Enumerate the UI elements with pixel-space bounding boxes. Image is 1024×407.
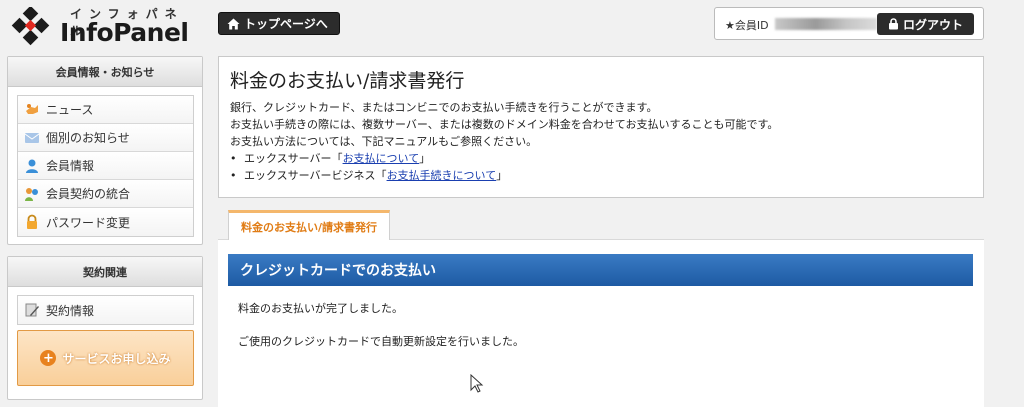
sidebar-item-label: パスワード変更 bbox=[46, 215, 131, 230]
account-box: ★会員ID ログアウト bbox=[714, 7, 984, 40]
sidebar-item-contract-merge[interactable]: 会員契約の統合 bbox=[18, 180, 193, 208]
member-id-label: ★会員ID bbox=[725, 19, 769, 32]
member-info-menu: ニュース 個別のお知らせ 会員情報 会員契約の統合 パスワード変更 bbox=[17, 95, 194, 237]
home-icon bbox=[227, 18, 240, 29]
sidebar-item-member-info[interactable]: 会員情報 bbox=[18, 152, 193, 180]
lock-icon bbox=[888, 18, 898, 30]
logout-button-label: ログアウト bbox=[902, 17, 963, 32]
manual-link-xserver[interactable]: お支払について bbox=[343, 152, 420, 165]
sidebar-item-news[interactable]: ニュース bbox=[18, 96, 193, 124]
member-info-panel: 会員情報・お知らせ ニュース 個別のお知らせ 会員情報 会員契約の統合 パスワー… bbox=[7, 56, 203, 245]
payment-info-box: 料金のお支払い/請求書発行 銀行、クレジットカード、またはコンビニでのお支払い手… bbox=[218, 56, 984, 198]
page-title: 料金のお支払い/請求書発行 bbox=[230, 70, 465, 92]
contract-panel: 契約関連 契約情報 + サービスお申し込み bbox=[7, 256, 203, 400]
member-id-value-redacted bbox=[775, 18, 877, 30]
sidebar-item-label: 個別のお知らせ bbox=[46, 131, 130, 145]
top-page-button-label: トップページへ bbox=[244, 17, 328, 31]
bullet-dot-icon: • bbox=[230, 152, 237, 165]
tab-payment-invoice[interactable]: 料金のお支払い/請求書発行 bbox=[228, 210, 391, 241]
sidebar-item-label: 会員情報 bbox=[46, 159, 95, 173]
contract-icon bbox=[24, 302, 40, 318]
tab-bar: 料金のお支払い/請求書発行 bbox=[218, 210, 984, 241]
manual-bullet: • エックスサーバー「お支払について」 bbox=[230, 150, 778, 167]
contract-panel-title: 契約関連 bbox=[8, 257, 202, 287]
sidebar-item-label: 会員契約の統合 bbox=[46, 187, 131, 201]
manual-bullet: • エックスサーバービジネス「お支払手続きについて」 bbox=[230, 167, 778, 184]
manual-link-xserver-business[interactable]: お支払手続きについて bbox=[387, 169, 497, 182]
merge-icon bbox=[24, 186, 40, 202]
logout-button[interactable]: ログアウト bbox=[877, 13, 974, 35]
sidebar-item-label: ニュース bbox=[46, 103, 94, 117]
infopanel-logo[interactable]: インフォパネル InfoPanel bbox=[8, 3, 198, 47]
service-apply-button-label: サービスお申し込み bbox=[62, 351, 171, 366]
bullet-suffix: 」 bbox=[496, 169, 508, 182]
member-icon bbox=[24, 158, 40, 174]
sidebar-item-notices[interactable]: 個別のお知らせ bbox=[18, 124, 193, 152]
bullet-suffix: 」 bbox=[419, 152, 431, 165]
description-line: お支払い手続きの際には、複数サーバー、または複数のドメイン料金を合わせてお支払い… bbox=[230, 118, 779, 131]
section-header: クレジットカードでのお支払い bbox=[228, 254, 973, 286]
logo-name: InfoPanel bbox=[60, 18, 189, 47]
plus-circle-icon: + bbox=[40, 350, 57, 366]
mouse-cursor-icon bbox=[470, 374, 484, 393]
lock-icon bbox=[24, 214, 40, 230]
bullet-prefix: エックスサーバー「 bbox=[244, 152, 343, 165]
service-apply-button[interactable]: + サービスお申し込み bbox=[17, 330, 194, 386]
news-icon bbox=[24, 102, 40, 118]
auto-renew-message: ご使用のクレジットカードで自動更新設定を行いました。 bbox=[238, 335, 524, 348]
member-info-panel-title: 会員情報・お知らせ bbox=[8, 57, 202, 87]
description-line: 銀行、クレジットカード、またはコンビニでのお支払い手続きを行うことができます。 bbox=[230, 101, 658, 114]
sidebar-item-contract-info[interactable]: 契約情報 bbox=[18, 296, 193, 324]
payment-complete-message: 料金のお支払いが完了しました。 bbox=[238, 302, 403, 315]
logo-diamond-icon bbox=[11, 7, 50, 46]
contract-menu: 契約情報 bbox=[17, 295, 194, 325]
top-page-button[interactable]: トップページへ bbox=[218, 12, 340, 35]
description-line: お支払い方法については、下記マニュアルもご参照ください。 bbox=[230, 135, 538, 148]
payment-description: 銀行、クレジットカード、またはコンビニでのお支払い手続きを行うことができます。 … bbox=[230, 99, 778, 184]
sidebar-item-label: 契約情報 bbox=[46, 303, 95, 318]
notice-icon bbox=[24, 130, 40, 146]
bullet-prefix: エックスサーバービジネス「 bbox=[244, 169, 387, 182]
bullet-dot-icon: • bbox=[230, 169, 237, 182]
payment-result-content: クレジットカードでのお支払い 料金のお支払いが完了しました。 ご使用のクレジット… bbox=[218, 240, 984, 407]
sidebar-item-password-change[interactable]: パスワード変更 bbox=[18, 208, 193, 236]
